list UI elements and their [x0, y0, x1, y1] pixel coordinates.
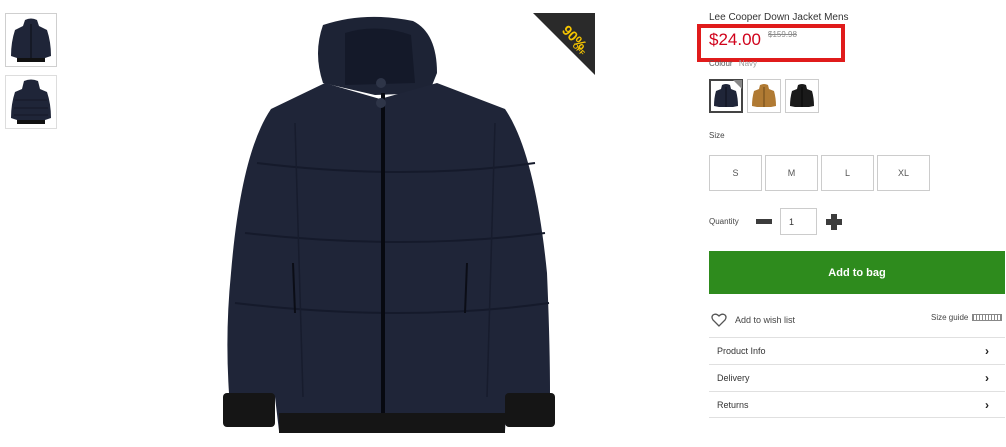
- thumbnail-strip: [5, 13, 57, 137]
- quantity-label: Quantity: [709, 217, 739, 226]
- wishlist-label: Add to wish list: [735, 315, 796, 325]
- size-l-button[interactable]: L: [821, 155, 874, 191]
- swatch-black[interactable]: [785, 79, 819, 113]
- size-options: S M L XL: [709, 155, 930, 191]
- price-highlight-box: [697, 24, 845, 62]
- size-m-button[interactable]: M: [765, 155, 818, 191]
- size-xl-button[interactable]: XL: [877, 155, 930, 191]
- chevron-right-icon: ›: [985, 371, 989, 385]
- accordion-label: Product Info: [717, 346, 766, 356]
- colour-value: Navy: [738, 59, 758, 68]
- selected-corner-icon: [733, 80, 742, 89]
- size-s-button[interactable]: S: [709, 155, 762, 191]
- add-to-wishlist-link[interactable]: Add to wish list: [711, 313, 795, 327]
- ruler-icon: [972, 314, 1003, 321]
- accordion-label: Delivery: [717, 373, 750, 383]
- plus-icon[interactable]: [826, 214, 842, 230]
- colour-label: Colour Navy: [709, 59, 757, 68]
- jacket-front-thumbnail: [11, 18, 51, 62]
- accordion-label: Returns: [717, 399, 749, 410]
- add-to-bag-button[interactable]: Add to bag: [709, 251, 1005, 294]
- swatch-navy[interactable]: [709, 79, 743, 113]
- colour-label-text: Colour: [709, 59, 733, 68]
- thumbnail-front[interactable]: [5, 13, 57, 67]
- size-label: Size: [709, 131, 725, 140]
- chevron-right-icon: ›: [985, 397, 989, 412]
- discount-badge: 90% OFF: [533, 13, 595, 75]
- accordion-delivery[interactable]: Delivery ›: [709, 364, 1005, 391]
- jacket-tan-icon: [752, 84, 776, 107]
- heart-icon: [711, 313, 727, 327]
- product-accordion: Product Info › Delivery › Returns ›: [709, 337, 1005, 418]
- main-product-image: [223, 16, 555, 433]
- swatch-tan[interactable]: [747, 79, 781, 113]
- colour-swatches: [709, 79, 819, 113]
- jacket-back-thumbnail: [11, 79, 51, 124]
- chevron-right-icon: ›: [985, 344, 989, 358]
- minus-icon[interactable]: [756, 219, 772, 224]
- accordion-product-info[interactable]: Product Info ›: [709, 337, 1005, 364]
- accordion-returns[interactable]: Returns ›: [709, 391, 1005, 418]
- quantity-input[interactable]: 1: [780, 208, 817, 235]
- size-guide-label: Size guide: [931, 313, 969, 322]
- thumbnail-back[interactable]: [5, 75, 57, 129]
- product-title: Lee Cooper Down Jacket Mens: [709, 12, 849, 23]
- size-guide-link[interactable]: Size guide: [931, 313, 1003, 322]
- jacket-black-icon: [790, 84, 814, 107]
